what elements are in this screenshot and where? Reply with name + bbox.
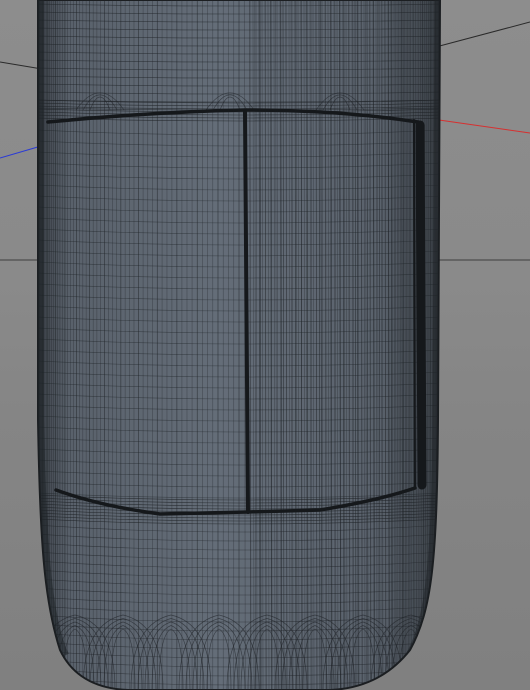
capsule-model[interactable] [35, 0, 451, 690]
right-panel-groove [415, 120, 427, 490]
right-panel-groove-edge [413, 119, 416, 489]
3d-viewport[interactable] [0, 0, 530, 690]
y-axis-guide-right [431, 21, 530, 49]
wireframe-render[interactable] [0, 0, 530, 690]
x-axis-line [424, 117, 530, 134]
